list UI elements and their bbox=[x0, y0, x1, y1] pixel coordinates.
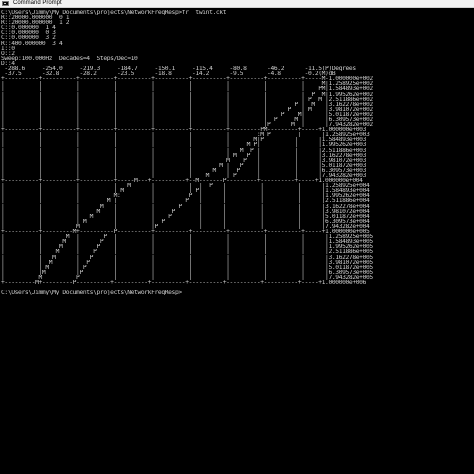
console-app-icon[interactable] bbox=[2, 1, 9, 6]
window-title: Command Prompt bbox=[13, 0, 62, 6]
title-bar[interactable]: Command Prompt bbox=[0, 0, 474, 8]
console-output[interactable]: C:\Users\Jimmy\My Documents\projects\Net… bbox=[1, 10, 473, 472]
command-prompt-window: Command Prompt C:\Users\Jimmy\My Documen… bbox=[0, 0, 474, 474]
console-line: C:\Users\Jimmy\My Documents\projects\Net… bbox=[1, 290, 182, 296]
